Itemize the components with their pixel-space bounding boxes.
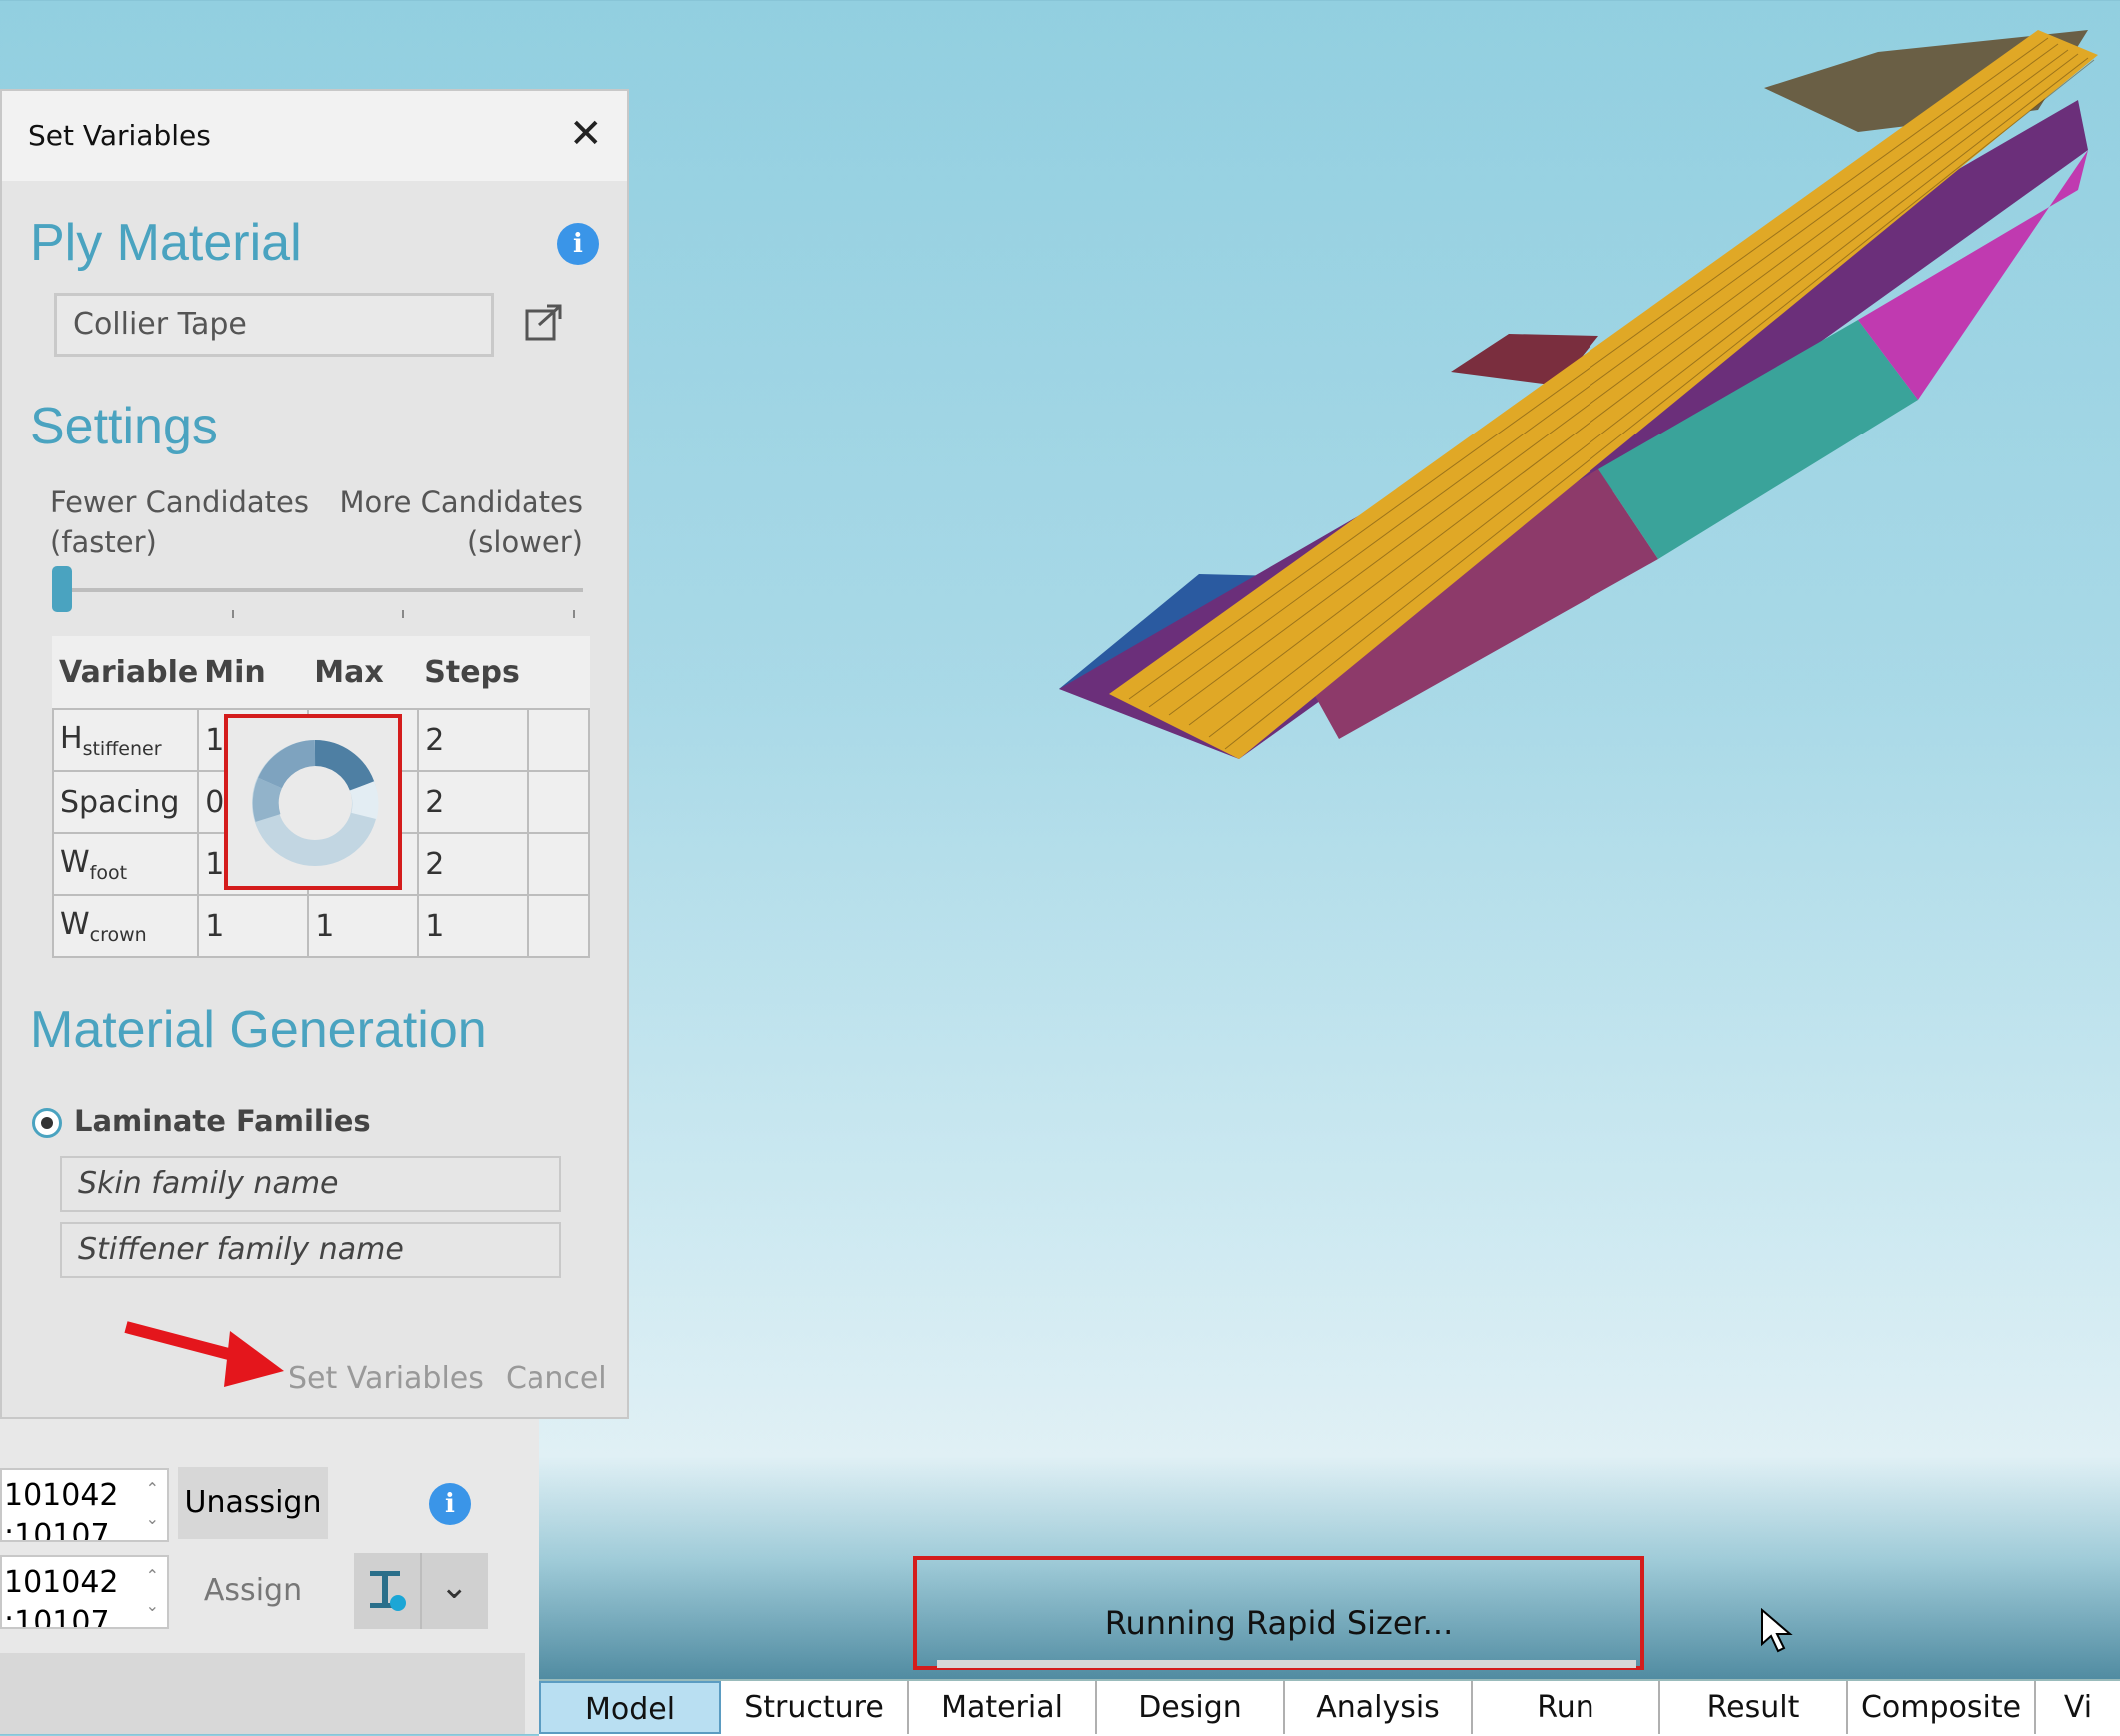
set-variables-dialog: Set Variables ✕ Ply Material i Collier T… xyxy=(0,89,629,1419)
info-icon[interactable]: i xyxy=(557,223,599,265)
variable-name: Wfoot xyxy=(51,832,200,896)
material-generation-heading: Material Generation xyxy=(30,1001,487,1059)
unassign-button[interactable]: Unassign xyxy=(178,1467,328,1539)
ply-material-field[interactable]: Collier Tape xyxy=(54,293,494,357)
steps-cell[interactable]: 1 xyxy=(417,894,530,958)
spinner-value: 101042 xyxy=(4,1478,119,1513)
tab-analysis[interactable]: Analysis xyxy=(1285,1681,1473,1734)
assign-button[interactable]: Assign xyxy=(178,1555,328,1627)
laminate-families-radio[interactable] xyxy=(32,1108,62,1138)
set-variables-button[interactable]: Set Variables xyxy=(288,1361,484,1396)
mouse-cursor-icon xyxy=(1761,1608,1793,1653)
loading-spinner-highlight xyxy=(224,714,402,890)
tab-result[interactable]: Result xyxy=(1660,1681,1848,1734)
dialog-titlebar: Set Variables ✕ xyxy=(2,91,627,181)
tab-model[interactable]: Model xyxy=(539,1681,721,1734)
spinner-arrows-icon[interactable]: ⌃ ⌄ xyxy=(146,1474,159,1534)
column-header: Steps xyxy=(424,654,520,690)
cancel-button[interactable]: Cancel xyxy=(506,1361,607,1396)
status-highlight: Running Rapid Sizer... xyxy=(913,1556,1644,1670)
dialog-title: Set Variables xyxy=(28,119,211,152)
column-header: Variable xyxy=(59,654,199,690)
spinner-arrows-icon[interactable]: ⌃ ⌄ xyxy=(146,1561,159,1621)
spinner-value-overflow: :10107 xyxy=(4,1518,110,1542)
tab-run[interactable]: Run xyxy=(1473,1681,1660,1734)
column-header: Min xyxy=(204,654,266,690)
info-icon[interactable]: i xyxy=(429,1483,471,1525)
stiffener-assign-icon xyxy=(370,1571,406,1611)
status-text: Running Rapid Sizer... xyxy=(1104,1604,1454,1642)
table-row[interactable]: Wcrown 1 1 1 xyxy=(51,894,591,958)
assignment-panel: 101042 :10107 ⌃ ⌄ Unassign i 101042 :1010… xyxy=(0,1383,539,1734)
laminate-families-label: Laminate Families xyxy=(74,1104,371,1138)
tab-view[interactable]: Vi xyxy=(2036,1681,2120,1734)
steps-cell[interactable]: 2 xyxy=(417,708,530,772)
column-header: Max xyxy=(314,654,384,690)
more-candidates-label: More Candidates (slower) xyxy=(339,485,583,559)
candidates-slider-track[interactable] xyxy=(56,588,583,592)
settings-heading: Settings xyxy=(30,398,218,455)
assign-mode-dropdown[interactable]: ⌄ xyxy=(354,1553,488,1629)
fewer-candidates-label: Fewer Candidates (faster) xyxy=(50,485,310,559)
candidates-slider-thumb[interactable] xyxy=(52,566,72,612)
variable-name: Spacing xyxy=(51,770,200,834)
variable-name: Hstiffener xyxy=(51,708,200,772)
loading-spinner-icon xyxy=(252,740,379,866)
tab-design[interactable]: Design xyxy=(1097,1681,1285,1734)
tab-material[interactable]: Material xyxy=(909,1681,1097,1734)
table-header-row: Variable Min Max Steps xyxy=(53,636,590,709)
stiffener-family-name-input[interactable]: Stiffener family name xyxy=(60,1222,561,1278)
wing-model-viewport[interactable] xyxy=(1039,0,2120,799)
variable-name: Wcrown xyxy=(51,894,200,958)
ribbon-tabs: Model Structure Material Design Analysis… xyxy=(539,1679,2120,1736)
tab-structure[interactable]: Structure xyxy=(721,1681,909,1734)
red-arrow-annotation xyxy=(124,1321,284,1387)
id-spinner-2[interactable]: 101042 :10107 ⌃ ⌄ xyxy=(0,1555,169,1629)
status-progress-bar xyxy=(937,1660,1636,1668)
close-icon[interactable]: ✕ xyxy=(569,109,603,159)
skin-family-name-input[interactable]: Skin family name xyxy=(60,1156,561,1212)
ply-material-heading: Ply Material xyxy=(30,214,302,272)
chevron-down-icon: ⌄ xyxy=(440,1567,469,1607)
open-external-icon[interactable] xyxy=(524,303,563,343)
spinner-value-overflow: :10107 xyxy=(4,1605,110,1629)
steps-cell[interactable]: 2 xyxy=(417,770,530,834)
max-cell[interactable]: 1 xyxy=(307,894,420,958)
steps-cell[interactable]: 2 xyxy=(417,832,530,896)
min-cell[interactable]: 1 xyxy=(197,894,310,958)
id-spinner-1[interactable]: 101042 :10107 ⌃ ⌄ xyxy=(0,1468,169,1542)
spinner-value: 101042 xyxy=(4,1565,119,1600)
tab-composite[interactable]: Composite xyxy=(1848,1681,2036,1734)
